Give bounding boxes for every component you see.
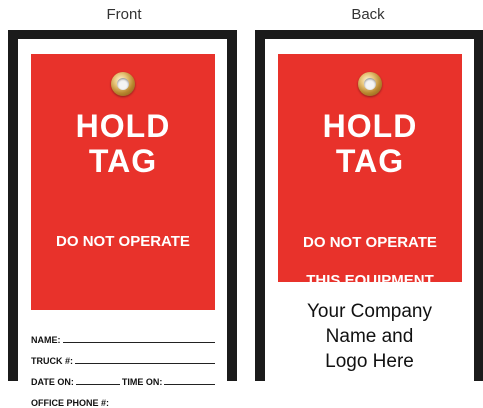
truck-field-row: TRUCK #: [31, 345, 215, 366]
back-this-equipment: THIS EQUIPMENT [306, 272, 434, 289]
back-tag: HOLD TAG DO NOT OPERATE THIS EQUIPMENT Y… [255, 30, 483, 381]
company-line-2: Name and [325, 326, 414, 347]
name-field-line [62, 341, 215, 343]
office-phone-field-label: OFFICE PHONE #: [31, 398, 110, 408]
company-placeholder: Your Company Name and Logo Here [265, 299, 474, 374]
front-tag-card: HOLD TAG DO NOT OPERATE NAME: TRUCK #: D… [18, 39, 227, 408]
name-field-label: NAME: [31, 335, 61, 345]
back-red-panel: HOLD TAG DO NOT OPERATE THIS EQUIPMENT [278, 54, 462, 289]
time-on-field-line [164, 383, 215, 385]
grommet-icon [111, 72, 135, 96]
date-on-field-label: DATE ON: [31, 377, 74, 387]
front-caption: Front [106, 6, 142, 23]
name-field-row: NAME: [31, 324, 215, 345]
back-hold-word: HOLD [322, 108, 418, 144]
back-caption: Back [351, 6, 385, 23]
date-time-field-row: DATE ON: TIME ON: [31, 366, 215, 387]
back-do-not-operate: DO NOT OPERATE [303, 234, 437, 251]
front-hold-word: HOLD [75, 108, 171, 144]
company-line-1: Your Company [307, 301, 432, 322]
front-fields: NAME: TRUCK #: DATE ON: TIME ON: OFFICE … [31, 324, 215, 408]
date-on-field-line [75, 383, 120, 385]
back-tag-card: HOLD TAG DO NOT OPERATE THIS EQUIPMENT Y… [265, 39, 474, 381]
grommet-hole [364, 78, 376, 90]
grommet-icon [358, 72, 382, 96]
grommet-hole [117, 78, 129, 90]
office-phone-field-row: OFFICE PHONE #: [31, 387, 215, 408]
time-on-field-label: TIME ON: [121, 377, 163, 387]
truck-field-label: TRUCK #: [31, 356, 73, 366]
truck-field-line [75, 362, 215, 364]
front-do-not-operate: DO NOT OPERATE [56, 233, 190, 250]
front-tag-word: TAG [88, 143, 158, 179]
front-red-panel: HOLD TAG DO NOT OPERATE [31, 54, 215, 310]
back-tag-word: TAG [335, 143, 405, 179]
front-tag: HOLD TAG DO NOT OPERATE NAME: TRUCK #: D… [8, 30, 237, 408]
company-line-3: Logo Here [325, 351, 414, 372]
